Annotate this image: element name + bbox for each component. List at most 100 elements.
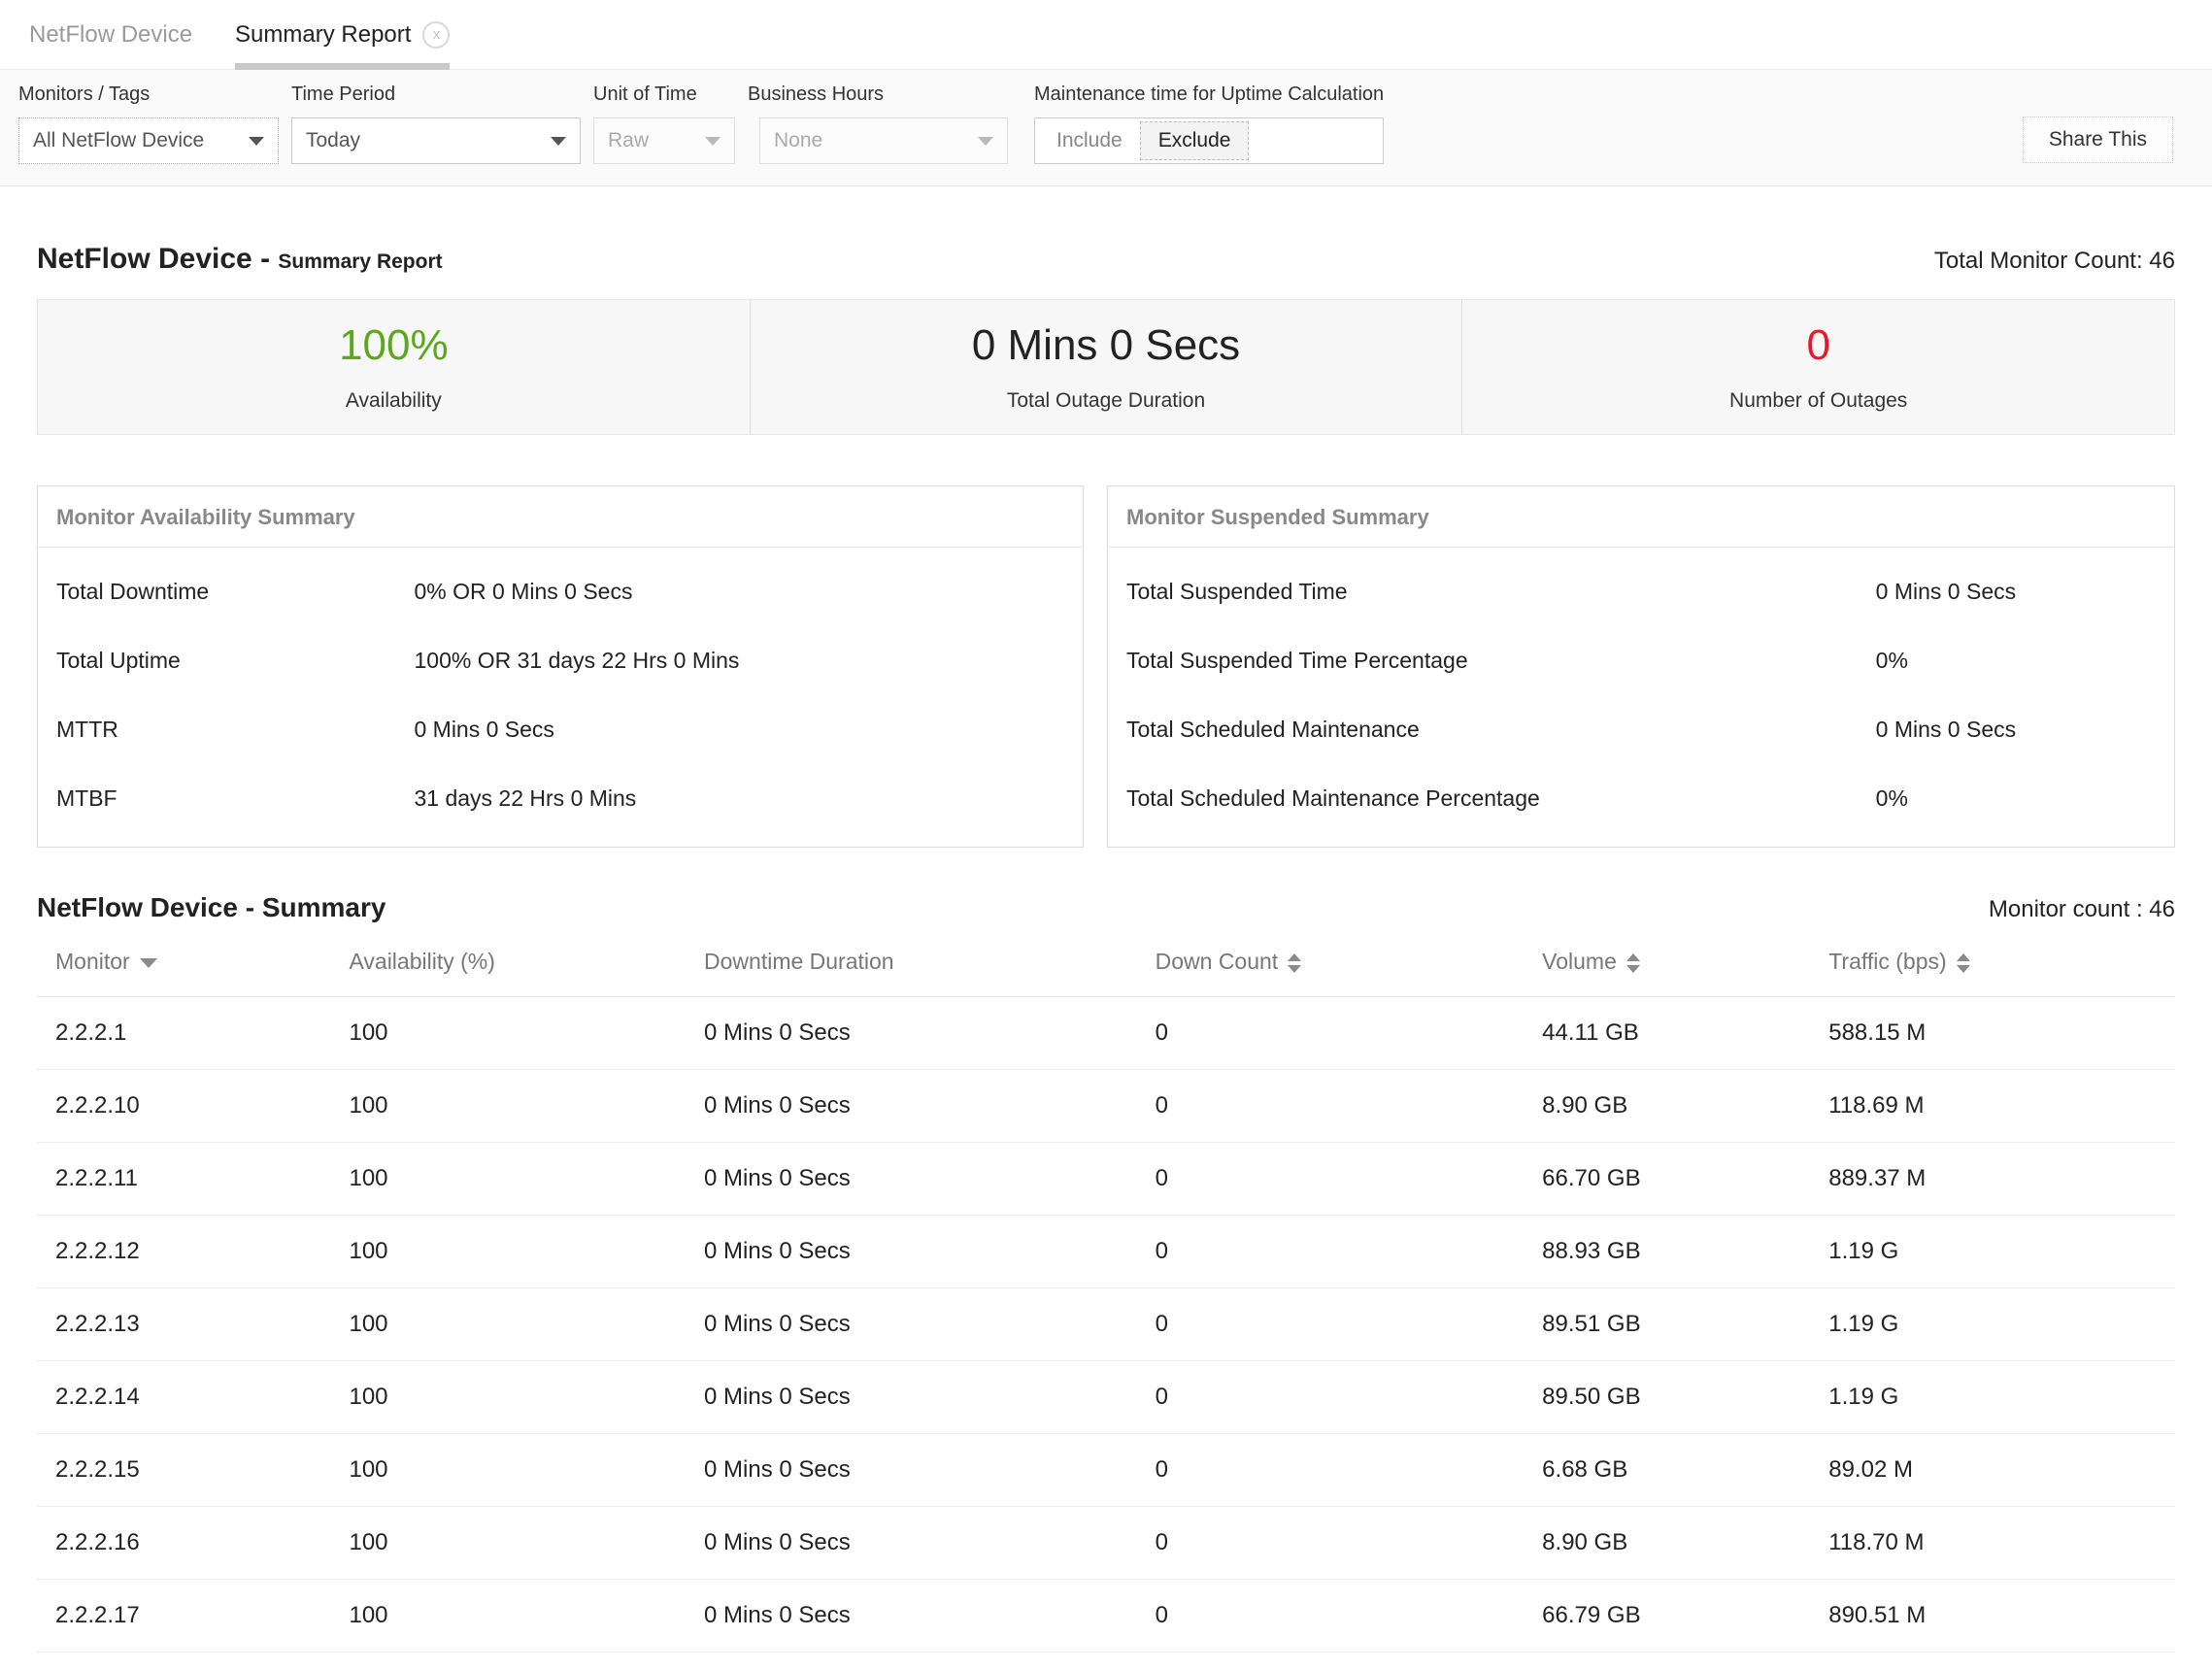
business-hours-value: None <box>774 129 822 152</box>
table-row: 2.2.2.111000 Mins 0 Secs066.70 GB889.37 … <box>37 1143 2175 1216</box>
availability-summary-title: Monitor Availability Summary <box>38 486 1083 548</box>
tab-label: Summary Report <box>235 21 411 49</box>
monitor-cell[interactable]: 2.2.2.17 <box>37 1580 349 1653</box>
chevron-down-icon <box>249 137 264 146</box>
monitors-tags-dropdown[interactable]: All NetFlow Device <box>18 117 279 164</box>
tab-summary-report[interactable]: Summary Report x <box>235 0 450 70</box>
time-period-dropdown[interactable]: Today <box>291 117 581 164</box>
business-hours-label: Business Hours <box>748 84 1008 106</box>
table-row: 2.2.2.171000 Mins 0 Secs066.79 GB890.51 … <box>37 1580 2175 1653</box>
table-cell: 1.19 G <box>1828 1288 2175 1361</box>
table-cell: 0 Mins 0 Secs <box>704 1216 1156 1288</box>
maintenance-toggle: Include Exclude <box>1034 117 1384 164</box>
sort-toggle-icon[interactable] <box>1288 953 1301 973</box>
availability-summary-panel: Monitor Availability Summary Total Downt… <box>37 485 1084 848</box>
tab-netflow-device[interactable]: NetFlow Device <box>29 0 192 70</box>
sort-descending-icon[interactable] <box>140 958 157 968</box>
close-icon[interactable]: x <box>422 21 450 49</box>
table-cell: 89.02 M <box>1828 1434 2175 1507</box>
table-cell: 0 Mins 0 Secs <box>704 1434 1156 1507</box>
chevron-down-icon <box>705 137 721 146</box>
sort-up-icon <box>1957 953 1970 961</box>
table-cell: 8.90 GB <box>1542 1507 1828 1580</box>
table-cell: 0 Mins 0 Secs <box>704 1507 1156 1580</box>
table-row: 2.2.2.161000 Mins 0 Secs08.90 GB118.70 M <box>37 1507 2175 1580</box>
table-cell: 0 Mins 0 Secs <box>704 1288 1156 1361</box>
table-cell: 0 Mins 0 Secs <box>704 997 1156 1070</box>
panel-row-label: Total Uptime <box>56 648 414 674</box>
table-cell: 6.68 GB <box>1542 1434 1828 1507</box>
table-cell: 0 Mins 0 Secs <box>704 1361 1156 1434</box>
column-header-volume[interactable]: Volume <box>1542 939 1828 997</box>
table-cell: 89.51 GB <box>1542 1288 1828 1361</box>
table-cell: 0 <box>1156 1288 1543 1361</box>
filter-time-period: Time Period Today <box>291 84 581 164</box>
summary-table-title: NetFlow Device - Summary <box>37 892 385 923</box>
sort-up-icon <box>1626 953 1640 961</box>
table-cell: 118.69 M <box>1828 1070 2175 1143</box>
panel-row-value: 0 Mins 0 Secs <box>1876 717 2156 743</box>
panel-row: Total Downtime0% OR 0 Mins 0 Secs <box>38 557 1083 626</box>
monitor-cell[interactable]: 2.2.2.14 <box>37 1361 349 1434</box>
column-header-label: Volume <box>1542 949 1617 974</box>
filter-bar: Monitors / Tags All NetFlow Device Time … <box>0 70 2212 186</box>
table-cell: 118.70 M <box>1828 1507 2175 1580</box>
tab-label: NetFlow Device <box>29 21 192 49</box>
summary-table: MonitorAvailability (%)Downtime Duration… <box>37 939 2175 1670</box>
panel-row: Total Scheduled Maintenance0 Mins 0 Secs <box>1108 695 2174 764</box>
number-of-outages-label: Number of Outages <box>1729 389 1907 413</box>
report-header: NetFlow Device - Summary Report Total Mo… <box>37 243 2175 276</box>
sort-down-icon <box>1626 965 1640 973</box>
monitor-cell[interactable]: 2.2.2.10 <box>37 1070 349 1143</box>
outage-duration-label: Total Outage Duration <box>1007 389 1205 413</box>
sort-toggle-icon[interactable] <box>1957 953 1970 973</box>
monitor-cell[interactable]: 2.2.2.15 <box>37 1434 349 1507</box>
availability-value: 100% <box>339 321 449 370</box>
column-header-down-count[interactable]: Down Count <box>1156 939 1543 997</box>
filter-monitors-tags: Monitors / Tags All NetFlow Device <box>18 84 279 164</box>
column-header-label: Traffic (bps) <box>1828 949 1946 974</box>
table-cell: 0 <box>1156 997 1543 1070</box>
sort-toggle-icon[interactable] <box>1626 953 1640 973</box>
page-title-main: NetFlow Device - <box>37 243 270 275</box>
table-cell: 100 <box>349 1143 704 1216</box>
total-monitor-count: Total Monitor Count: 46 <box>1934 248 2175 275</box>
column-header-traffic-bps-[interactable]: Traffic (bps) <box>1828 939 2175 997</box>
outage-duration-value: 0 Mins 0 Secs <box>972 321 1240 370</box>
maintenance-include-option[interactable]: Include <box>1039 122 1140 159</box>
monitor-cell[interactable]: 2.2.2.13 <box>37 1288 349 1361</box>
monitor-cell[interactable]: 2.2.2.18 <box>37 1653 349 1670</box>
stat-outage-duration: 0 Mins 0 Secs Total Outage Duration <box>750 300 1462 434</box>
monitor-cell[interactable]: 2.2.2.16 <box>37 1507 349 1580</box>
table-cell: 100 <box>349 1507 704 1580</box>
table-cell: 0 Mins 0 Secs <box>704 1143 1156 1216</box>
tab-bar: NetFlow Device Summary Report x <box>0 0 2212 70</box>
maintenance-exclude-option[interactable]: Exclude <box>1140 121 1250 160</box>
table-header-row: NetFlow Device - Summary Monitor count :… <box>37 892 2175 923</box>
table-cell: 1.19 G <box>1828 1361 2175 1434</box>
table-row: 2.2.2.151000 Mins 0 Secs06.68 GB89.02 M <box>37 1434 2175 1507</box>
column-header-downtime-duration[interactable]: Downtime Duration <box>704 939 1156 997</box>
panel-row-value: 0 Mins 0 Secs <box>414 717 1064 743</box>
table-cell: 100 <box>349 1070 704 1143</box>
table-cell: 890.51 M <box>1828 1580 2175 1653</box>
panel-row-value: 0% <box>1876 785 2156 812</box>
column-header-monitor[interactable]: Monitor <box>37 939 349 997</box>
panel-row-label: Total Scheduled Maintenance Percentage <box>1126 785 1876 812</box>
panel-row-value: 0% <box>1876 648 2156 674</box>
panel-row-value: 0 Mins 0 Secs <box>1876 579 2156 605</box>
monitor-cell[interactable]: 2.2.2.12 <box>37 1216 349 1288</box>
table-cell: 66.79 GB <box>1542 1580 1828 1653</box>
column-header-label: Downtime Duration <box>704 949 894 974</box>
column-header-availability-[interactable]: Availability (%) <box>349 939 704 997</box>
table-cell: 1.19 G <box>1828 1653 2175 1670</box>
suspended-summary-body: Total Suspended Time0 Mins 0 SecsTotal S… <box>1108 548 2174 847</box>
panel-row-label: MTBF <box>56 785 414 812</box>
monitor-cell[interactable]: 2.2.2.1 <box>37 997 349 1070</box>
maintenance-label: Maintenance time for Uptime Calculation <box>1034 84 1384 106</box>
unit-of-time-label: Unit of Time <box>593 84 735 106</box>
monitor-cell[interactable]: 2.2.2.11 <box>37 1143 349 1216</box>
unit-of-time-dropdown: Raw <box>593 117 735 164</box>
share-this-button[interactable]: Share This <box>2023 117 2173 163</box>
table-cell: 88.93 GB <box>1542 1216 1828 1288</box>
